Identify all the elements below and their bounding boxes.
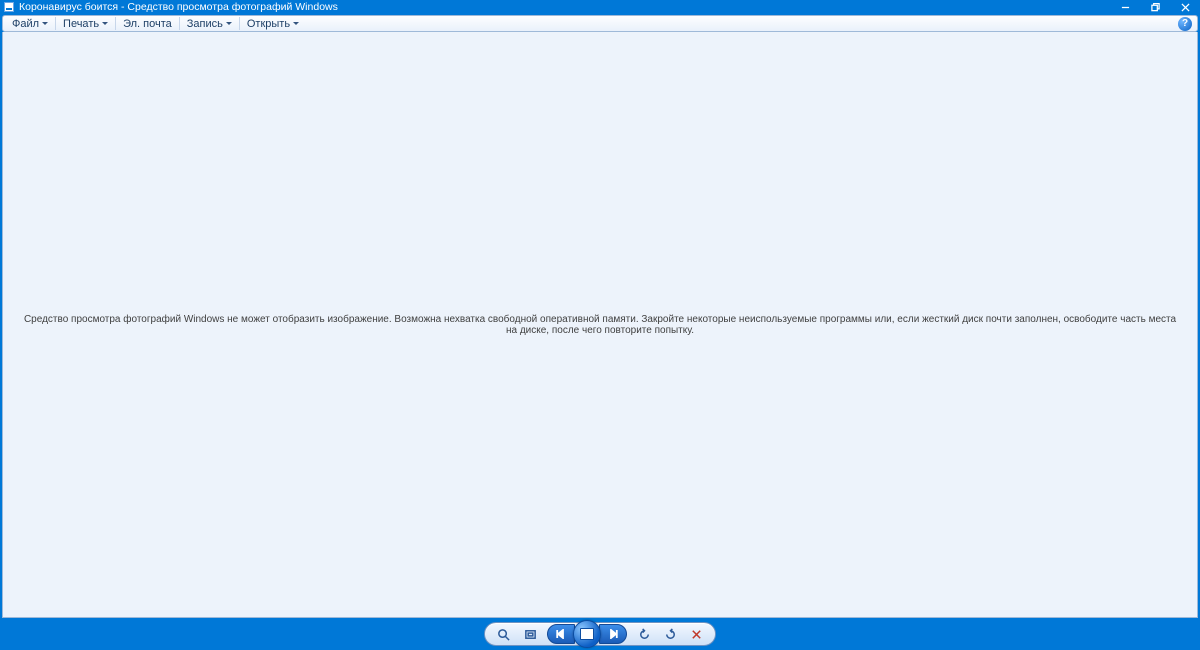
menu-separator <box>179 17 180 30</box>
chevron-down-icon <box>42 22 48 25</box>
maximize-button[interactable] <box>1140 0 1170 14</box>
window-title: Коронавирус боится - Средство просмотра … <box>19 1 338 13</box>
rotate-cw-icon <box>664 628 677 641</box>
menu-print[interactable]: Печать <box>58 16 113 31</box>
menu-email-label: Эл. почта <box>123 18 172 30</box>
menu-burn-label: Запись <box>187 18 223 30</box>
menu-file[interactable]: Файл <box>7 16 53 31</box>
close-icon <box>1181 3 1190 12</box>
chevron-down-icon <box>102 22 108 25</box>
error-message: Средство просмотра фотографий Windows не… <box>23 314 1177 336</box>
next-button[interactable] <box>599 624 627 644</box>
rotate-cw-button[interactable] <box>659 625 681 643</box>
next-icon <box>608 629 618 639</box>
app-window: Коронавирус боится - Средство просмотра … <box>0 0 1200 650</box>
chevron-down-icon <box>226 22 232 25</box>
title-bar: Коронавирус боится - Средство просмотра … <box>0 0 1200 14</box>
slideshow-button[interactable] <box>573 620 601 648</box>
menu-separator <box>239 17 240 30</box>
previous-icon <box>556 629 566 639</box>
menu-separator <box>115 17 116 30</box>
menu-bar: Файл Печать Эл. почта Запись Открыть <box>2 15 1198 32</box>
chevron-down-icon <box>293 22 299 25</box>
nav-cluster <box>547 620 627 648</box>
delete-button[interactable] <box>685 625 707 643</box>
menu-file-label: Файл <box>12 18 39 30</box>
rotate-ccw-icon <box>638 628 651 641</box>
menu-open-label: Открыть <box>247 18 290 30</box>
toolbar-pill <box>484 622 716 646</box>
menu-email[interactable]: Эл. почта <box>118 16 177 31</box>
app-icon <box>4 2 14 12</box>
zoom-button[interactable] <box>493 625 515 643</box>
menu-separator <box>55 17 56 30</box>
magnifier-icon <box>497 628 510 641</box>
maximize-icon <box>1151 3 1160 12</box>
rotate-ccw-button[interactable] <box>633 625 655 643</box>
help-button[interactable]: ? <box>1178 17 1192 31</box>
content-area: Средство просмотра фотографий Windows не… <box>2 32 1198 618</box>
fit-icon <box>524 628 537 641</box>
actual-size-button[interactable] <box>519 625 541 643</box>
delete-icon <box>690 628 703 641</box>
help-icon: ? <box>1182 18 1188 29</box>
minimize-button[interactable] <box>1110 0 1140 14</box>
menu-open[interactable]: Открыть <box>242 16 304 31</box>
close-button[interactable] <box>1170 0 1200 14</box>
bottom-bar <box>0 618 1200 650</box>
minimize-icon <box>1121 3 1130 12</box>
menu-print-label: Печать <box>63 18 99 30</box>
menu-burn[interactable]: Запись <box>182 16 237 31</box>
slideshow-icon <box>580 628 594 640</box>
previous-button[interactable] <box>547 624 575 644</box>
